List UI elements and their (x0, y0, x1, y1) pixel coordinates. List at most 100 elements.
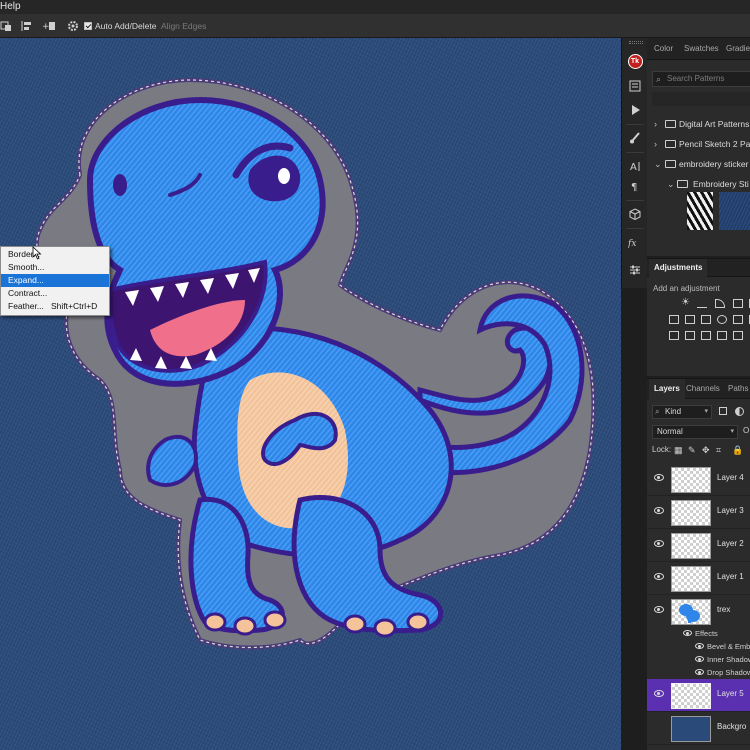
opacity-label: O (743, 426, 750, 435)
layer-thumbnail-background (671, 716, 711, 742)
adjustments-panel-tabs: Adjustments (647, 259, 750, 277)
checkbox-checked-icon (84, 22, 92, 30)
align-edges-option[interactable]: Align Edges (161, 18, 206, 34)
levels-icon[interactable] (697, 299, 707, 308)
paragraph-icon[interactable]: ¶ (627, 178, 643, 194)
selective-color-icon[interactable] (717, 331, 727, 340)
tab-color[interactable]: Color (649, 38, 678, 60)
visibility-eye-icon[interactable] (654, 474, 664, 481)
filter-adjustment-icon[interactable] (735, 407, 744, 416)
layer-row-layer-3[interactable]: Layer 3 (647, 496, 750, 529)
path-arrangement-icon[interactable]: + (42, 18, 58, 34)
visibility-eye-icon[interactable] (654, 573, 664, 580)
visibility-eye-icon[interactable] (654, 606, 664, 613)
tab-paths[interactable]: Paths (723, 379, 750, 399)
visibility-eye-icon[interactable] (695, 643, 704, 649)
folder-icon (665, 140, 676, 148)
lock-artboard-icon[interactable]: ⌗ (716, 443, 721, 457)
layer-thumbnail-trex (671, 599, 711, 625)
pattern-group-pencil-sketch[interactable]: › Pencil Sketch 2 Pa (647, 135, 750, 153)
menu-help[interactable]: Help (0, 0, 21, 14)
lock-move-icon[interactable]: ✥ (702, 443, 710, 457)
pattern-group-digital-art[interactable]: › Digital Art Patterns (647, 115, 750, 133)
strip-divider (626, 152, 644, 153)
tk-extension-icon[interactable]: Tk (627, 53, 643, 69)
layer-row-trex[interactable]: trex (647, 595, 750, 628)
effect-row-bevel-emboss[interactable]: Bevel & Embo (647, 640, 750, 653)
layer-row-layer-2[interactable]: Layer 2 (647, 529, 750, 562)
adjustments-panel: Adjustments Add an adjustment ☀ (647, 258, 750, 376)
lock-transparent-icon[interactable]: ▦ (674, 443, 683, 457)
brightness-icon[interactable]: ☀ (681, 297, 690, 308)
layer-row-layer-5-selected[interactable]: Layer 5 (647, 679, 750, 712)
photo-filter-icon[interactable] (717, 315, 727, 324)
hue-saturation-icon[interactable] (669, 315, 679, 324)
3d-cube-icon[interactable] (627, 206, 643, 222)
mouse-cursor-icon (32, 246, 42, 260)
search-patterns-input[interactable]: ⌕ Search Patterns (652, 71, 750, 87)
tab-layers[interactable]: Layers (649, 379, 685, 399)
menu-item-expand[interactable]: Expand... (1, 274, 109, 287)
threshold-icon[interactable] (701, 331, 711, 340)
effect-row-inner-shadow[interactable]: Inner Shadow (647, 653, 750, 666)
chevron-down-icon: ▾ (704, 408, 708, 415)
path-alignment-icon[interactable] (20, 18, 34, 34)
layer-thumbnail (671, 467, 711, 493)
effects-row[interactable]: Effects (647, 627, 750, 640)
visibility-eye-icon[interactable] (695, 656, 704, 662)
tab-channels[interactable]: Channels (681, 379, 725, 399)
character-icon[interactable]: A (627, 158, 643, 174)
effect-row-drop-shadow[interactable]: Drop Shadow (647, 666, 750, 679)
svg-text:A: A (630, 162, 637, 172)
curves-icon[interactable] (715, 299, 725, 308)
layer-name: Backgro (717, 722, 747, 731)
gradient-map-icon[interactable] (733, 331, 743, 340)
patterns-panel: Color Swatches Gradie ⌕ Search Patterns … (647, 38, 750, 256)
pattern-group-embroidery-sticker[interactable]: ⌄ embroidery sticker (647, 155, 750, 173)
pattern-thumb-stitch[interactable] (687, 192, 713, 230)
black-white-icon[interactable] (701, 315, 711, 324)
layer-filter-kind-select[interactable]: ⌕ Kind ▾ (652, 405, 712, 419)
auto-add-delete-checkbox[interactable]: Auto Add/Delete (84, 18, 156, 34)
visibility-eye-icon[interactable] (654, 540, 664, 547)
brush-icon[interactable] (627, 130, 643, 146)
effect-label: Bevel & Embo (707, 642, 750, 651)
exposure-icon[interactable] (733, 299, 743, 308)
gear-icon[interactable] (67, 18, 79, 34)
visibility-eye-icon[interactable] (654, 507, 664, 514)
layer-row-background[interactable]: Backgro (647, 712, 750, 745)
history-icon[interactable] (627, 78, 643, 94)
menu-item-border[interactable]: Border... (1, 248, 109, 261)
menu-item-feather[interactable]: Feather... Shift+Ctrl+D (1, 300, 109, 313)
strip-grip[interactable] (629, 41, 643, 44)
layers-panel-tabs: Layers Channels Paths (647, 379, 750, 399)
posterize-icon[interactable] (685, 331, 695, 340)
visibility-eye-icon[interactable] (683, 630, 692, 636)
fx-styles-icon[interactable]: fx (627, 234, 643, 250)
layer-row-layer-4[interactable]: Layer 4 (647, 463, 750, 496)
visibility-eye-icon[interactable] (695, 669, 704, 675)
invert-icon[interactable] (669, 331, 679, 340)
trex-patch-artwork (34, 77, 596, 650)
document-canvas[interactable]: Border... Smooth... Expand... Contract..… (0, 38, 621, 750)
blend-mode-select[interactable]: Normal ▾ (652, 425, 738, 439)
lock-brush-icon[interactable]: ✎ (688, 443, 696, 457)
tab-adjustments[interactable]: Adjustments (649, 259, 708, 277)
pattern-thumb-denim[interactable] (719, 192, 750, 230)
play-actions-icon[interactable] (627, 102, 643, 118)
channel-mixer-icon[interactable] (733, 315, 743, 324)
pattern-group-label: embroidery sticker (679, 159, 749, 169)
menu-item-smooth-label: Smooth... (8, 262, 45, 272)
layer-name: Layer 5 (717, 689, 744, 698)
tab-swatches[interactable]: Swatches (679, 38, 724, 60)
path-operations-icon[interactable] (0, 18, 12, 34)
visibility-eye-icon[interactable] (654, 690, 664, 697)
layer-row-layer-1[interactable]: Layer 1 (647, 562, 750, 595)
filter-pixel-icon[interactable] (719, 407, 727, 415)
menu-item-smooth[interactable]: Smooth... (1, 261, 109, 274)
menu-item-contract[interactable]: Contract... (1, 287, 109, 300)
color-balance-icon[interactable] (685, 315, 695, 324)
tab-gradients[interactable]: Gradie (721, 38, 750, 60)
properties-sliders-icon[interactable] (627, 262, 643, 278)
lock-all-icon[interactable]: 🔒 (732, 443, 743, 457)
